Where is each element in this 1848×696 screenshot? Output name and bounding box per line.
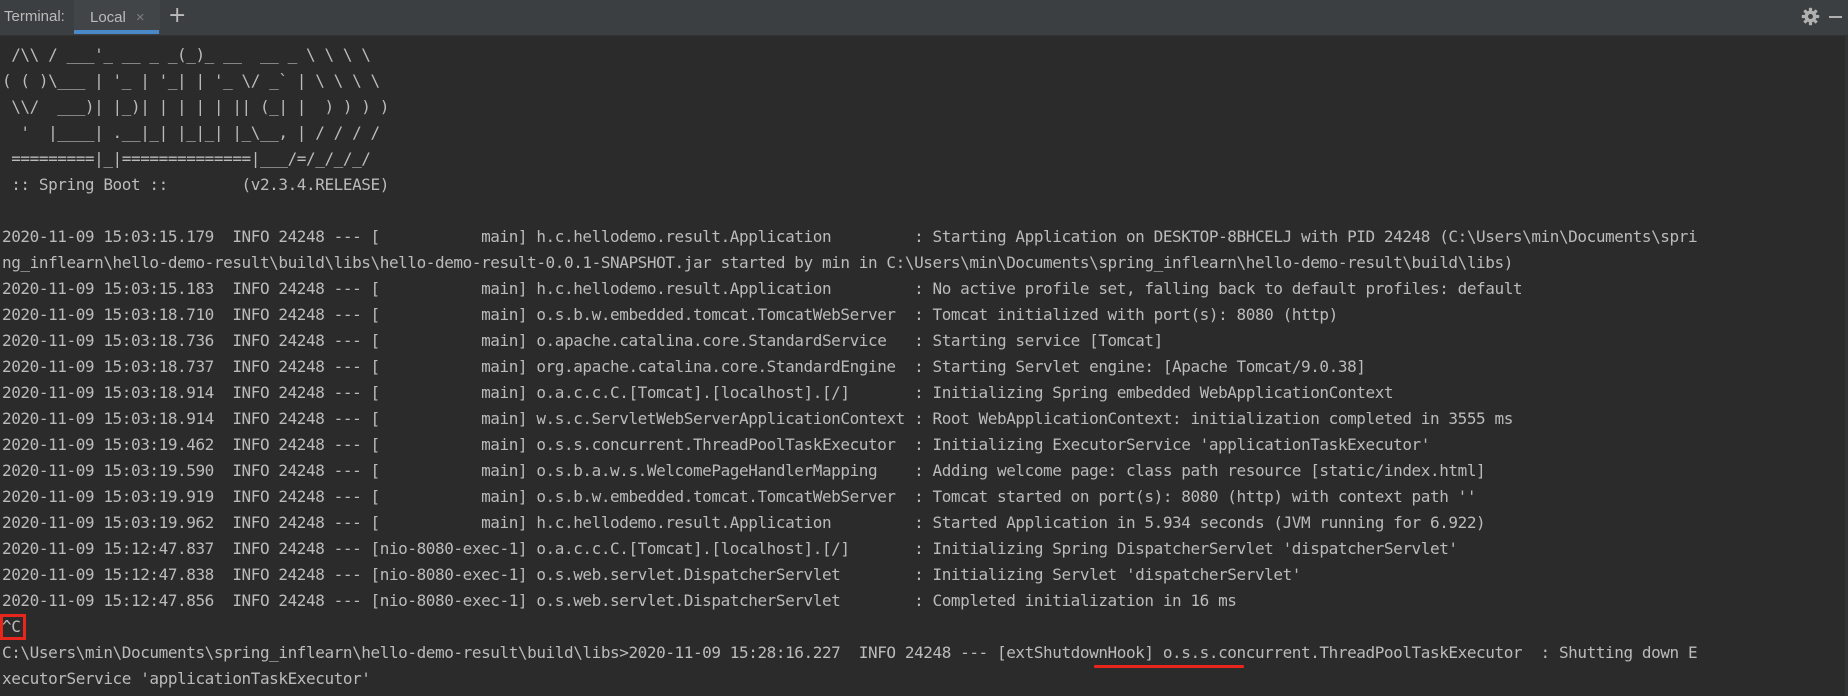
log-line: 2020-11-09 15:03:18.736 INFO 24248 --- [… — [2, 331, 1163, 350]
active-tab-indicator — [74, 30, 159, 34]
log-line: 2020-11-09 15:03:19.919 INFO 24248 --- [… — [2, 487, 1477, 506]
minimize-icon[interactable] — [1829, 16, 1842, 18]
log-line: 2020-11-09 15:03:18.914 INFO 24248 --- [… — [2, 383, 1394, 402]
add-tab-icon[interactable]: + — [168, 4, 186, 28]
shutdown-hook-underline — [1094, 665, 1244, 668]
close-icon[interactable]: × — [136, 9, 145, 26]
log-line: 2020-11-09 15:03:18.914 INFO 24248 --- [… — [2, 409, 1513, 428]
banner-line: \\/ ___)| |_)| | | | | || (_| | ) ) ) ) — [2, 97, 389, 116]
log-line: 2020-11-09 15:03:19.590 INFO 24248 --- [… — [2, 461, 1486, 480]
log-line: 2020-11-09 15:03:18.737 INFO 24248 --- [… — [2, 357, 1366, 376]
log-line: 2020-11-09 15:03:18.710 INFO 24248 --- [… — [2, 305, 1338, 324]
tab-local[interactable]: Local × — [74, 0, 160, 34]
log-line: 2020-11-09 15:12:47.856 INFO 24248 --- [… — [2, 591, 1237, 610]
banner-line: ( ( )\___ | '_ | '_| | '_ \/ _` | \ \ \ … — [2, 71, 380, 90]
interrupt-highlight-box — [0, 614, 26, 640]
tab-local-label: Local — [90, 8, 126, 26]
log-line: 2020-11-09 15:03:15.179 INFO 24248 --- [… — [2, 227, 1698, 246]
log-line: 2020-11-09 15:03:15.183 INFO 24248 --- [… — [2, 279, 1523, 298]
terminal-tab-bar: Terminal: Local × + — [0, 0, 1848, 36]
log-line: 2020-11-09 15:12:47.838 INFO 24248 --- [… — [2, 565, 1302, 584]
banner-line: ' |____| .__|_| |_|_| |_\__, | / / / / — [2, 123, 380, 142]
banner-line: :: Spring Boot :: (v2.3.4.RELEASE) — [2, 175, 389, 194]
terminal-output[interactable]: /\\ / ___'_ __ _ _(_)_ __ __ _ \ \ \ \ (… — [0, 36, 1848, 696]
log-line: 2020-11-09 15:03:19.462 INFO 24248 --- [… — [2, 435, 1430, 454]
banner-line: /\\ / ___'_ __ _ _(_)_ __ __ _ \ \ \ \ — [2, 45, 371, 64]
shutdown-line: C:\Users\min\Documents\spring_inflearn\h… — [2, 643, 1698, 662]
log-line: ng_inflearn\hello-demo-result\build\libs… — [2, 253, 1513, 272]
shutdown-line: xecutorService 'applicationTaskExecutor' — [2, 669, 371, 688]
log-line: 2020-11-09 15:12:47.837 INFO 24248 --- [… — [2, 539, 1458, 558]
gear-icon[interactable] — [1801, 7, 1820, 26]
log-line: 2020-11-09 15:03:19.962 INFO 24248 --- [… — [2, 513, 1486, 532]
banner-line: =========|_|==============|___/=/_/_/_/ — [2, 149, 371, 168]
tool-window-title: Terminal: — [4, 8, 65, 25]
